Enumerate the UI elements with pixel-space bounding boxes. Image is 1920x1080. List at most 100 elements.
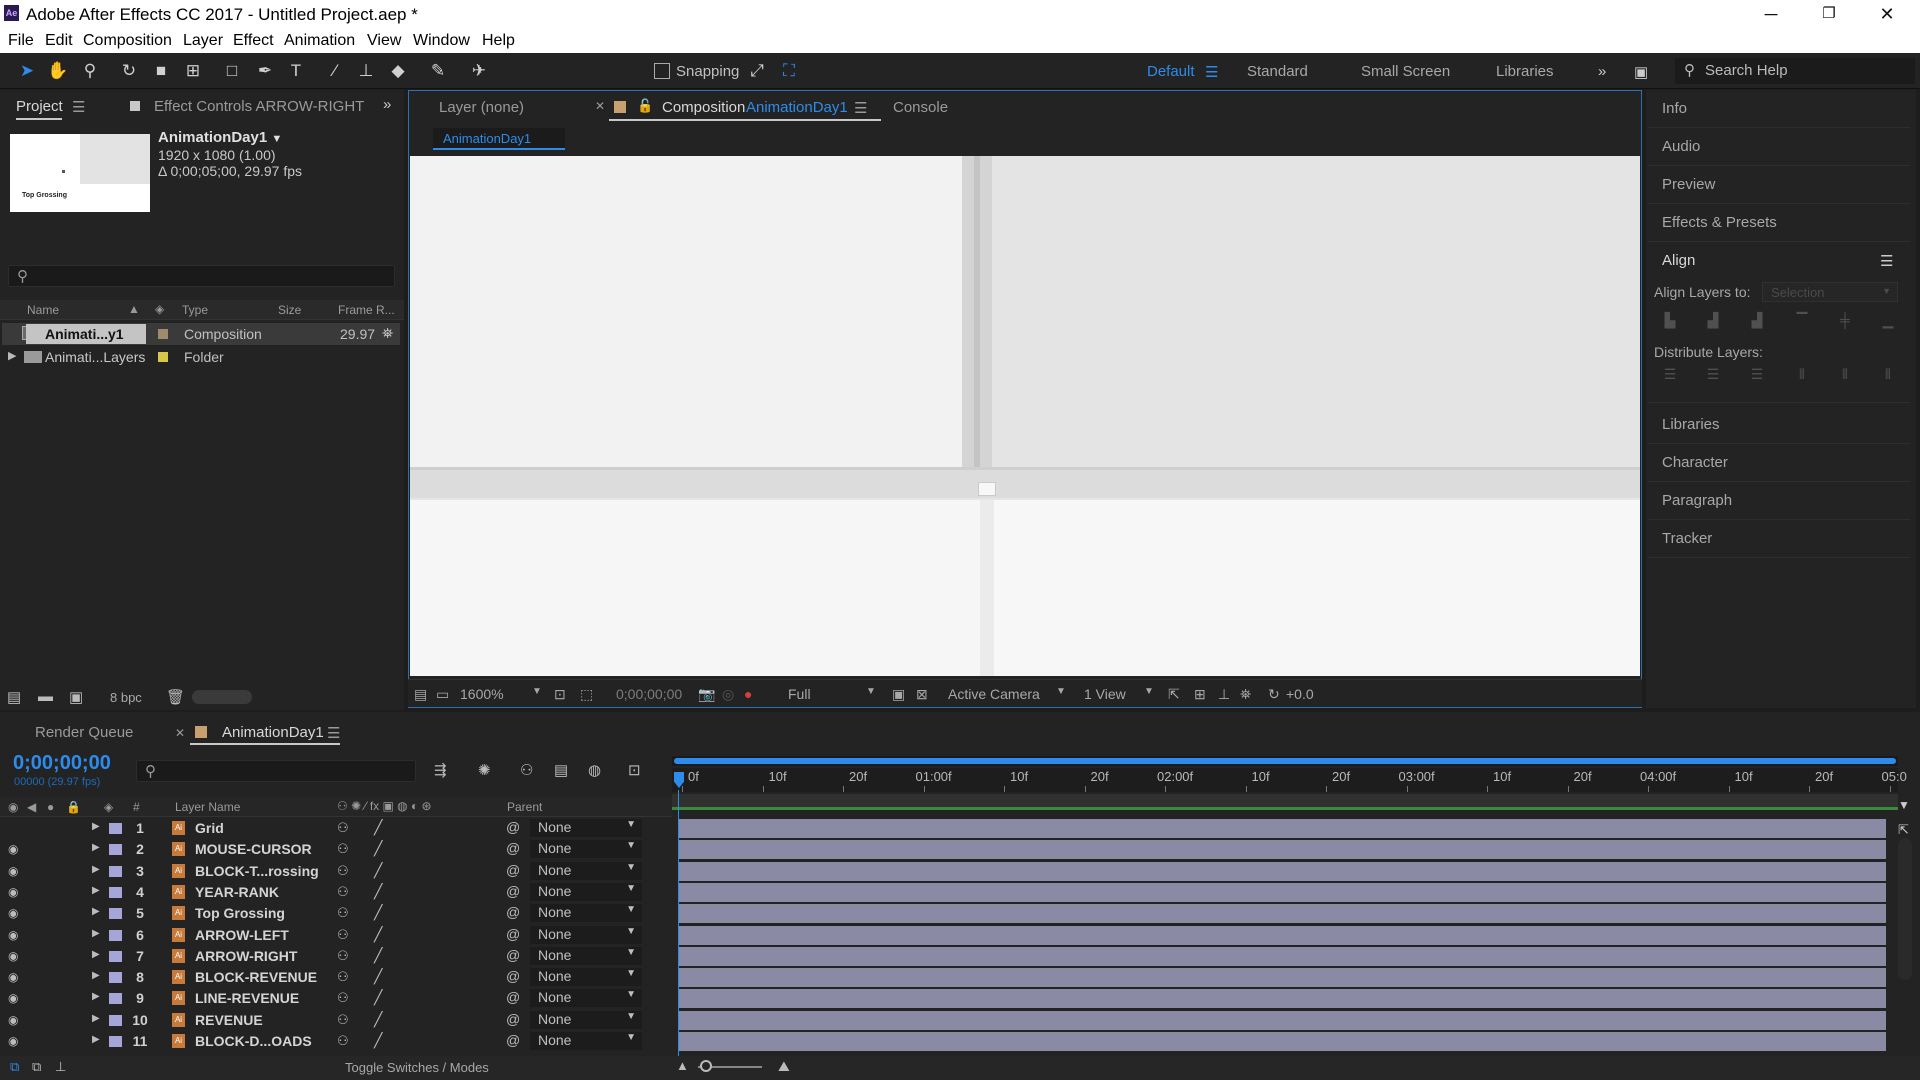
layer-label-swatch[interactable] xyxy=(109,1036,122,1047)
visibility-eye-icon[interactable]: ◉ xyxy=(8,864,18,878)
layer-name[interactable]: Top Grossing xyxy=(195,905,285,921)
shy-switch-icon[interactable]: ⚇ xyxy=(337,927,349,943)
label-swatch[interactable] xyxy=(158,329,168,339)
graph-editor-icon[interactable]: ⊡ xyxy=(628,761,641,779)
distribute-right-icon[interactable]: ⫴ xyxy=(1878,366,1898,386)
parent-dropdown[interactable]: None ▼ xyxy=(530,882,642,901)
layer-duration-bar[interactable] xyxy=(678,989,1886,1009)
workspace-small-screen[interactable]: Small Screen xyxy=(1361,63,1450,80)
new-composition-icon[interactable]: ▣ xyxy=(69,688,83,706)
layer-row[interactable]: ◉ ▶ 5 Ai Top Grossing ⚇ ╱ @ None ▼ xyxy=(0,903,672,924)
time-zoom-handle[interactable] xyxy=(700,1060,712,1072)
render-time-toggle-icon[interactable]: ⊥ xyxy=(55,1059,66,1075)
flowchart-icon[interactable]: ⛯ xyxy=(382,325,393,342)
panel-libraries[interactable]: Libraries xyxy=(1648,406,1910,444)
expand-triangle-icon[interactable]: ▶ xyxy=(92,949,100,960)
parent-dropdown[interactable]: None ▼ xyxy=(530,925,642,944)
panel-overflow-icon[interactable]: » xyxy=(383,96,391,113)
timeline-menu-icon[interactable]: ☰ xyxy=(327,724,340,742)
label-swatch[interactable] xyxy=(158,352,168,362)
layer-row[interactable]: ◉ ▶ 6 Ai ARROW-LEFT ⚇ ╱ @ None ▼ xyxy=(0,925,672,946)
layer-duration-bar[interactable] xyxy=(678,1032,1886,1051)
work-area-bar[interactable] xyxy=(672,756,1898,766)
composition-canvas[interactable] xyxy=(410,156,1640,676)
timeline-search-input[interactable]: ⚲ xyxy=(136,760,416,782)
column-type[interactable]: Type xyxy=(182,303,208,317)
distribute-top-icon[interactable]: ☰ xyxy=(1660,366,1680,386)
comp-dropdown-icon[interactable]: ▼ xyxy=(271,133,282,145)
close-button[interactable]: ✕ xyxy=(1858,0,1916,30)
expand-triangle-icon[interactable]: ▶ xyxy=(92,1034,100,1045)
chevron-down-icon[interactable]: ▼ xyxy=(532,686,542,697)
tab-timeline-comp[interactable]: AnimationDay1 xyxy=(222,724,324,741)
parent-dropdown[interactable]: None ▼ xyxy=(530,904,642,923)
pick-whip-icon[interactable]: @ xyxy=(506,840,520,856)
trash-icon[interactable]: 🗑 xyxy=(166,688,185,706)
pick-whip-icon[interactable]: @ xyxy=(506,862,520,878)
fast-preview-icon[interactable]: ⊞ xyxy=(1194,686,1206,703)
close-tab-icon[interactable]: ✕ xyxy=(175,726,185,740)
timeline-icon[interactable]: ⊥ xyxy=(1218,686,1230,703)
parent-dropdown[interactable]: None ▼ xyxy=(530,946,642,965)
layer-name[interactable]: Grid xyxy=(195,820,224,836)
layer-duration-bar[interactable] xyxy=(678,882,1886,902)
visibility-eye-icon[interactable]: ◉ xyxy=(8,1034,18,1048)
brush-icon[interactable]: ⁄ xyxy=(322,59,348,83)
menu-effect[interactable]: Effect xyxy=(233,32,274,50)
lock-icon[interactable]: 🔓 xyxy=(637,98,653,114)
shy-switch-icon[interactable]: ⚇ xyxy=(337,905,349,921)
chevron-down-icon[interactable]: ▼ xyxy=(1144,686,1154,697)
composition-mini-flowchart-icon[interactable]: ⇶ xyxy=(434,761,447,779)
align-left-icon[interactable]: ▙ xyxy=(1660,312,1680,332)
visibility-eye-icon[interactable]: ◉ xyxy=(8,928,18,942)
shy-switch-icon[interactable]: ⚇ xyxy=(337,990,349,1006)
label-tag-icon[interactable]: ◈ xyxy=(155,302,164,316)
fit-icon[interactable]: ⊡ xyxy=(554,686,566,703)
align-right-icon[interactable]: ▟ xyxy=(1747,312,1767,332)
lock-header-icon[interactable]: 🔒 xyxy=(66,800,81,814)
visibility-eye-icon[interactable]: ◉ xyxy=(8,949,18,963)
shy-switch-icon[interactable]: ⚇ xyxy=(337,969,349,985)
workspace-menu-icon[interactable]: ☰ xyxy=(1205,63,1218,81)
layer-duration-bar[interactable] xyxy=(678,946,1886,966)
transparency-grid-icon[interactable]: ⊠ xyxy=(916,686,928,703)
layer-label-swatch[interactable] xyxy=(109,950,122,962)
visibility-eye-icon[interactable]: ◉ xyxy=(8,885,18,899)
interpret-footage-icon[interactable]: ▤ xyxy=(7,688,21,706)
timeline-scrollbar[interactable] xyxy=(1898,838,1912,980)
layer-row[interactable]: ◉ ▶ 8 Ai BLOCK-REVENUE ⚇ ╱ @ None ▼ xyxy=(0,967,672,988)
show-snapshot-icon[interactable]: ◎ xyxy=(722,686,734,703)
shy-switch-icon[interactable]: ⚇ xyxy=(337,841,349,857)
close-tab-icon[interactable]: ✕ xyxy=(595,99,605,113)
zoom-out-icon[interactable]: ▲ xyxy=(676,1058,689,1073)
always-preview-icon[interactable]: ▤ xyxy=(414,686,427,703)
expand-triangle-icon[interactable]: ▶ xyxy=(92,821,100,832)
quality-switch-icon[interactable]: ╱ xyxy=(374,989,382,1006)
distribute-vertical-center-icon[interactable]: ☰ xyxy=(1703,366,1723,386)
layer-label-swatch[interactable] xyxy=(109,865,122,877)
transfer-controls-toggle-icon[interactable]: ⧉ xyxy=(32,1059,41,1075)
expand-triangle-icon[interactable]: ▶ xyxy=(92,928,100,939)
visibility-eye-icon[interactable]: ◉ xyxy=(8,1013,18,1027)
parent-dropdown[interactable]: None ▼ xyxy=(530,840,642,859)
monitor-icon[interactable]: ▭ xyxy=(436,686,449,703)
layer-duration-bar[interactable] xyxy=(678,840,1886,860)
panel-paragraph[interactable]: Paragraph xyxy=(1648,482,1910,520)
layer-name[interactable]: BLOCK-D...OADS xyxy=(195,1033,312,1049)
restore-button[interactable]: ❐ xyxy=(1800,0,1858,30)
project-menu-icon[interactable]: ☰ xyxy=(72,98,85,116)
layer-name[interactable]: LINE-REVENUE xyxy=(195,990,299,1006)
tab-composition-label[interactable]: Composition xyxy=(662,99,745,116)
quality-switch-icon[interactable]: ╱ xyxy=(374,862,382,879)
layer-label-swatch[interactable] xyxy=(109,823,122,834)
pixel-aspect-icon[interactable]: ⇱ xyxy=(1168,686,1180,703)
view-layout-dropdown[interactable]: 1 View xyxy=(1084,686,1126,702)
region-of-interest-icon[interactable]: ▣ xyxy=(892,686,905,703)
eraser-icon[interactable]: ◆ xyxy=(385,59,411,83)
layer-label-swatch[interactable] xyxy=(109,1014,122,1026)
clone-stamp-icon[interactable]: ⊥ xyxy=(353,59,379,83)
menu-help[interactable]: Help xyxy=(482,32,515,50)
expand-triangle-icon[interactable]: ▶ xyxy=(92,842,100,853)
layer-duration-bar[interactable] xyxy=(678,925,1886,945)
project-item-composition[interactable]: Animati...y1 Composition 29.97 ⛯ xyxy=(2,323,400,345)
